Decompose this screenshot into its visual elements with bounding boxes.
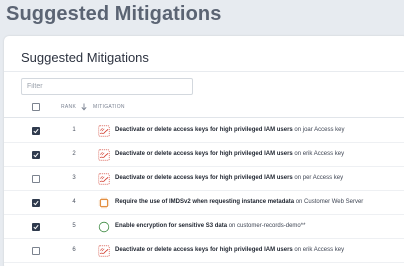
table-header: RANK MITIGATION [4, 96, 404, 118]
card-divider [4, 71, 404, 72]
mitigation-text[interactable]: Require the use of IMDSv2 when requestin… [115, 199, 363, 205]
iam-policy-icon [98, 244, 110, 257]
iam-policy-icon [98, 148, 110, 161]
sort-descending-icon[interactable] [81, 103, 87, 111]
mitigation-text[interactable]: Deactivate or delete access keys for hig… [115, 247, 344, 253]
mitigation-text[interactable]: Deactivate or delete access keys for hig… [115, 175, 343, 181]
row-checkbox[interactable] [32, 175, 40, 183]
ec2-instance-icon [98, 196, 110, 209]
rank-value: 2 [72, 151, 76, 157]
row-checkbox[interactable] [32, 199, 40, 207]
mitigation-target: on joar Access key [292, 127, 345, 133]
mitigation-column-header[interactable]: MITIGATION [93, 104, 125, 110]
iam-policy-icon [98, 124, 110, 137]
mitigation-target: on Customer Web Server [294, 199, 364, 205]
row-checkbox[interactable] [32, 151, 40, 159]
mitigation-text[interactable]: Deactivate or delete access keys for hig… [115, 127, 344, 133]
row-checkbox[interactable] [32, 223, 40, 231]
table-row[interactable]: 3 Deactivate or delete access keys for hi… [4, 167, 404, 191]
rank-value: 6 [72, 247, 76, 253]
table-row[interactable]: 6 Deactivate or delete access keys for hi… [4, 239, 404, 263]
iam-policy-icon [98, 172, 110, 185]
table-row[interactable]: 1 Deactivate or delete access keys for hi… [4, 119, 404, 143]
rank-value: 5 [72, 223, 76, 229]
rank-value: 1 [72, 127, 76, 133]
mitigation-action: Deactivate or delete access keys for hig… [115, 151, 293, 157]
mitigation-target: on per Access key [292, 175, 344, 181]
filter-input[interactable] [21, 78, 193, 95]
rank-column-header[interactable]: RANK [61, 104, 76, 110]
table-row[interactable]: 5 Enable encryption for sensitive S3 data… [4, 215, 404, 239]
s3-bucket-icon [98, 220, 110, 233]
mitigation-action: Deactivate or delete access keys for hig… [115, 175, 293, 181]
row-checkbox[interactable] [32, 247, 40, 255]
select-all-checkbox[interactable] [32, 103, 40, 111]
mitigation-target: on customer-records-demo** [227, 223, 306, 229]
rank-value: 3 [72, 175, 76, 181]
page-title: Suggested Mitigations [6, 3, 222, 25]
mitigation-text[interactable]: Deactivate or delete access keys for hig… [115, 151, 344, 157]
card-title: Suggested Mitigations [21, 50, 149, 65]
rank-value: 4 [72, 199, 76, 205]
row-checkbox[interactable] [32, 127, 40, 135]
mitigation-action: Require the use of IMDSv2 when requestin… [115, 199, 295, 205]
mitigation-action: Deactivate or delete access keys for hig… [115, 247, 293, 253]
mitigations-card: Suggested Mitigations RANK MITIGATION 1 D… [4, 36, 404, 266]
table-row[interactable]: 2 Deactivate or delete access keys for hi… [4, 143, 404, 167]
mitigation-text[interactable]: Enable encryption for sensitive S3 data … [115, 223, 305, 229]
table-row[interactable]: 4 Require the use of IMDSv2 when requesti… [4, 191, 404, 215]
mitigation-action: Enable encryption for sensitive S3 data [115, 223, 228, 229]
mitigation-target: on erik Access key [292, 247, 345, 253]
mitigation-action: Deactivate or delete access keys for hig… [115, 127, 293, 133]
mitigation-target: on erik Access key [292, 151, 345, 157]
